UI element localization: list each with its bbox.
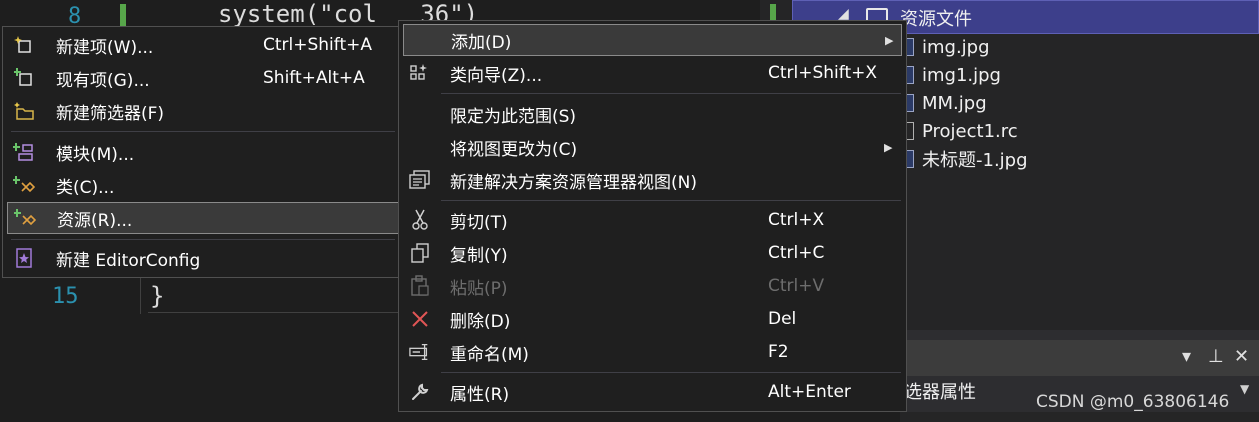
- new-view-icon: [409, 169, 431, 191]
- change-marker: [120, 4, 126, 26]
- context-menu: 添加(D) ▶ 类向导(Z)... Ctrl+Shift+X 限定为此范围(S)…: [398, 20, 907, 412]
- menu-item-label: 重命名(M): [450, 344, 529, 365]
- tree-item-file[interactable]: img1.jpg: [900, 61, 1001, 89]
- rename-icon: [409, 341, 431, 363]
- menu-item-scope-to-this[interactable]: 限定为此范围(S): [403, 99, 902, 129]
- new-filter-icon: [13, 100, 35, 122]
- menu-item-class[interactable]: 类(C)...: [7, 170, 397, 200]
- menu-item-label: 属性(R): [450, 384, 510, 405]
- menu-item-label: 粘贴(P): [450, 278, 508, 299]
- module-icon: [13, 141, 35, 163]
- add-submenu: 新建项(W)... Ctrl+Shift+A 现有项(G)... Shift+A…: [2, 26, 402, 278]
- indent-guide: [140, 278, 141, 314]
- menu-item-copy[interactable]: 复制(Y) Ctrl+C: [403, 238, 902, 268]
- resource-icon: [14, 207, 36, 229]
- tree-item-file[interactable]: Project1.rc: [900, 117, 1018, 145]
- menu-item-label: 删除(D): [450, 311, 511, 332]
- watermark: CSDN @m0_63806146: [1036, 392, 1230, 412]
- file-name: MM.jpg: [922, 92, 987, 114]
- file-name: img1.jpg: [922, 64, 1001, 86]
- menu-item-label: 新建 EditorConfig: [56, 250, 201, 271]
- menu-item-label: 类向导(Z)...: [450, 65, 543, 86]
- line-number: 15: [52, 284, 79, 309]
- menu-item-new-filter[interactable]: 新建筛选器(F): [7, 96, 397, 126]
- file-name: img.jpg: [922, 36, 990, 58]
- menu-separator: [11, 239, 395, 240]
- menu-item-shortcut: Ctrl+C: [768, 243, 825, 263]
- menu-item-delete[interactable]: 删除(D) Del: [403, 304, 902, 334]
- menu-separator: [11, 131, 395, 132]
- properties-header: [900, 340, 1259, 376]
- menu-item-module[interactable]: 模块(M)...: [7, 137, 397, 167]
- menu-item-add[interactable]: 添加(D) ▶: [403, 24, 902, 56]
- menu-item-rename[interactable]: 重命名(M) F2: [403, 337, 902, 367]
- tree-item-file[interactable]: MM.jpg: [900, 89, 987, 117]
- chevron-down-icon[interactable]: ▼: [1240, 382, 1249, 396]
- menu-item-properties[interactable]: 属性(R) Alt+Enter: [403, 377, 902, 407]
- menu-item-shortcut: Alt+Enter: [768, 382, 851, 402]
- indent-guide: [148, 312, 398, 313]
- menu-item-shortcut: Del: [768, 309, 797, 329]
- paste-icon: [409, 275, 431, 297]
- cut-icon: [409, 209, 431, 231]
- close-icon[interactable]: ✕: [1234, 346, 1249, 367]
- delete-icon: [409, 308, 431, 330]
- menu-item-label: 模块(M)...: [56, 144, 135, 165]
- properties-toolbar: [900, 412, 1259, 422]
- tree-item-file[interactable]: img.jpg: [900, 33, 990, 61]
- menu-item-label: 新建项(W)...: [56, 37, 154, 58]
- file-name: 未标题-1.jpg: [922, 150, 1028, 171]
- menu-item-resource[interactable]: 资源(R)...: [7, 202, 399, 234]
- menu-item-shortcut: Ctrl+X: [768, 210, 825, 230]
- menu-item-new-item[interactable]: 新建项(W)... Ctrl+Shift+A: [7, 30, 397, 60]
- menu-item-paste: 粘贴(P) Ctrl+V: [403, 271, 902, 301]
- menu-item-label: 添加(D): [451, 32, 512, 53]
- code-line: }: [150, 282, 165, 310]
- wrench-icon: [409, 381, 431, 403]
- editorconfig-icon: [13, 247, 35, 269]
- menu-item-label: 复制(Y): [450, 245, 508, 266]
- properties-title: 选器属性: [904, 382, 976, 403]
- menu-item-label: 现有项(G)...: [56, 70, 150, 91]
- tree-folder-label: 资源文件: [900, 9, 972, 30]
- menu-item-new-explorer-view[interactable]: 新建解决方案资源管理器视图(N): [403, 165, 902, 195]
- menu-item-label: 剪切(T): [450, 212, 508, 233]
- menu-item-change-view[interactable]: 将视图更改为(C) ▶: [403, 132, 902, 162]
- menu-item-shortcut: Shift+Alt+A: [263, 68, 365, 88]
- menu-item-existing-item[interactable]: 现有项(G)... Shift+Alt+A: [7, 63, 397, 93]
- menu-separator: [441, 93, 901, 94]
- menu-separator: [441, 200, 901, 201]
- pin-icon[interactable]: ⊥: [1208, 346, 1224, 367]
- menu-item-label: 类(C)...: [56, 177, 115, 198]
- tree-item-file[interactable]: 未标题-1.jpg: [900, 145, 1028, 173]
- file-name: Project1.rc: [922, 120, 1018, 142]
- menu-item-cut[interactable]: 剪切(T) Ctrl+X: [403, 205, 902, 235]
- menu-item-shortcut: Ctrl+Shift+X: [768, 63, 878, 83]
- menu-item-editorconfig[interactable]: 新建 EditorConfig: [7, 243, 397, 273]
- menu-item-label: 资源(R)...: [57, 210, 133, 231]
- new-item-icon: [13, 34, 35, 56]
- class-icon: [13, 174, 35, 196]
- menu-item-shortcut: F2: [768, 342, 789, 362]
- menu-item-shortcut: Ctrl+Shift+A: [263, 35, 373, 55]
- dropdown-icon[interactable]: ▾: [1182, 346, 1191, 367]
- menu-item-label: 限定为此范围(S): [450, 106, 577, 127]
- copy-icon: [409, 242, 431, 264]
- menu-separator: [441, 372, 901, 373]
- existing-item-icon: [13, 67, 35, 89]
- menu-item-label: 将视图更改为(C): [450, 139, 578, 160]
- menu-item-class-wizard[interactable]: 类向导(Z)... Ctrl+Shift+X: [403, 58, 902, 88]
- menu-item-label: 新建筛选器(F): [56, 103, 165, 124]
- menu-item-label: 新建解决方案资源管理器视图(N): [450, 172, 697, 193]
- submenu-arrow-icon: ▶: [885, 33, 894, 47]
- submenu-arrow-icon: ▶: [884, 140, 893, 154]
- menu-item-shortcut: Ctrl+V: [768, 276, 825, 296]
- class-wizard-icon: [409, 62, 431, 84]
